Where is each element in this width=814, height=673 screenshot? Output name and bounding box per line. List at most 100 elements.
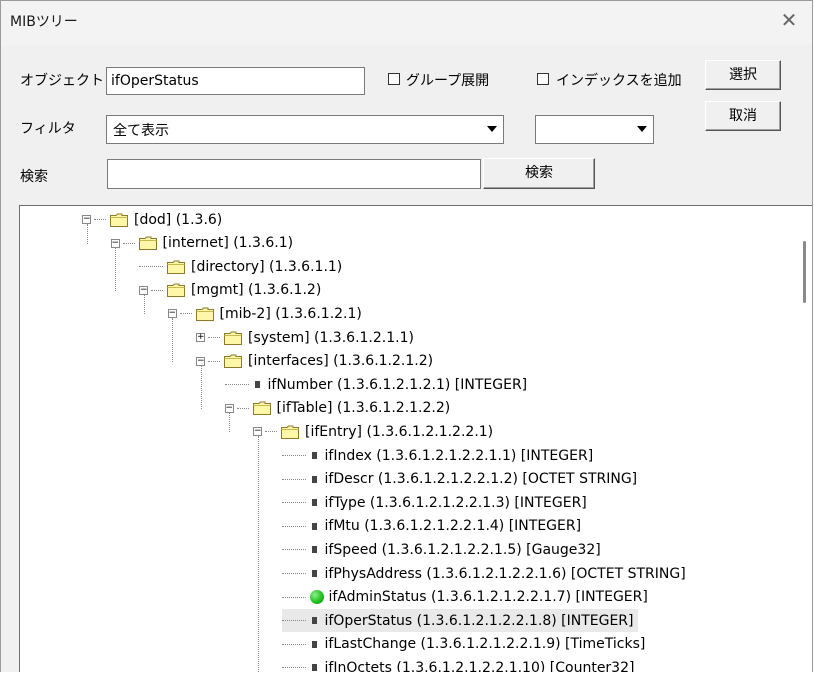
tree-folder-node[interactable]: [directory] (1.3.6.1.1) bbox=[139, 255, 342, 278]
tree-node-label: [dod] (1.3.6) bbox=[134, 211, 223, 228]
tree-node-label: ifDescr (1.3.6.1.2.1.2.2.1.2) [OCTET STR… bbox=[324, 471, 638, 488]
tree-connector bbox=[236, 407, 249, 409]
tree-folder-node[interactable]: − [ifTable] (1.3.6.1.2.1.2.2) bbox=[224, 397, 451, 420]
tree-connector bbox=[281, 596, 306, 598]
tree-connector bbox=[151, 289, 163, 291]
tree-connector bbox=[281, 573, 306, 574]
collapse-icon[interactable]: − bbox=[167, 309, 177, 319]
tree-node-label: ifIndex (1.3.6.1.2.1.2.2.1.1) [INTEGER] bbox=[324, 447, 594, 464]
object-input[interactable] bbox=[106, 67, 365, 95]
folder-icon bbox=[281, 425, 299, 439]
tree-connector bbox=[208, 360, 220, 362]
leaf-node-icon bbox=[311, 640, 317, 648]
tree-connector bbox=[179, 313, 192, 315]
tree-connector bbox=[208, 337, 220, 338]
tree-node-label: [mib-2] (1.3.6.1.2.1) bbox=[219, 305, 362, 322]
tree-connector bbox=[281, 525, 306, 527]
tree-node-label: [interfaces] (1.3.6.1.2.1.2) bbox=[248, 353, 434, 370]
tree-leaf-node[interactable]: ifDescr (1.3.6.1.2.1.2.2.1.2) [OCTET STR… bbox=[281, 468, 638, 491]
collapse-icon[interactable]: − bbox=[196, 356, 205, 366]
select-button[interactable]: 選択 bbox=[705, 60, 781, 90]
tree-leaf-node[interactable]: ifPhysAddress (1.3.6.1.2.1.2.2.1.6) [OCT… bbox=[281, 562, 686, 585]
collapse-icon[interactable]: − bbox=[139, 285, 148, 295]
tree-guide-line bbox=[257, 436, 259, 672]
collapse-icon[interactable]: − bbox=[224, 403, 234, 413]
tree-leaf-node[interactable]: ifType (1.3.6.1.2.1.2.2.1.3) [INTEGER] bbox=[281, 491, 587, 514]
folder-icon bbox=[110, 213, 128, 227]
tree-leaf-node[interactable]: ifOperStatus (1.3.6.1.2.1.2.2.1.8) [INTE… bbox=[281, 609, 638, 633]
tree-leaf-node[interactable]: ifNumber (1.3.6.1.2.1.2.1) [INTEGER] bbox=[224, 373, 528, 396]
tree-connector bbox=[94, 219, 106, 220]
tree-leaf-node[interactable]: ifSpeed (1.3.6.1.2.1.2.2.1.5) [Gauge32] bbox=[281, 538, 601, 561]
tree-connector bbox=[281, 667, 306, 669]
tree-connector bbox=[265, 431, 277, 433]
tree-node-label: ifPhysAddress (1.3.6.1.2.1.2.2.1.6) [OCT… bbox=[324, 565, 686, 582]
tree-leaf-node[interactable]: ifLastChange (1.3.6.1.2.1.2.2.1.9) [Time… bbox=[281, 633, 646, 656]
tree-node-label: [ifTable] (1.3.6.1.2.1.2.2) bbox=[276, 400, 451, 417]
tree-connector bbox=[281, 620, 306, 622]
expand-icon[interactable]: + bbox=[196, 333, 205, 342]
collapse-icon[interactable]: − bbox=[110, 238, 120, 248]
tree-node-label: [mgmt] (1.3.6.1.2) bbox=[191, 282, 322, 299]
tree-node-label: ifMtu (1.3.6.1.2.1.2.2.1.4) [INTEGER] bbox=[324, 518, 582, 535]
leaf-node-icon bbox=[254, 381, 260, 389]
folder-icon bbox=[167, 283, 185, 298]
collapse-icon[interactable]: − bbox=[82, 215, 91, 224]
leaf-node-icon bbox=[311, 546, 317, 554]
tree-guide-line bbox=[143, 294, 145, 315]
close-icon[interactable]: ✕ bbox=[776, 7, 802, 33]
tree-guide-line bbox=[115, 247, 116, 291]
scrollbar-thumb[interactable] bbox=[803, 241, 806, 303]
tree-node-label: ifType (1.3.6.1.2.1.2.2.1.3) [INTEGER] bbox=[324, 494, 587, 511]
group-expand-label: グループ展開 bbox=[406, 73, 490, 89]
cancel-button[interactable]: 取消 bbox=[705, 101, 781, 131]
leaf-node-icon bbox=[311, 617, 317, 625]
folder-icon bbox=[224, 354, 242, 369]
tree-node-label: ifInOctets (1.3.6.1.2.1.2.2.1.10) [Count… bbox=[324, 659, 635, 672]
leaf-node-icon bbox=[311, 499, 317, 507]
tree-leaf-node[interactable]: ifInOctets (1.3.6.1.2.1.2.2.1.10) [Count… bbox=[281, 656, 635, 672]
tree-leaf-node[interactable]: ifAdminStatus (1.3.6.1.2.1.2.2.1.7) [INT… bbox=[281, 586, 648, 609]
tree-connector bbox=[139, 266, 163, 268]
tree-connector bbox=[281, 478, 306, 480]
filter-select-value: 全て表示 bbox=[113, 123, 169, 139]
filter-sub-select[interactable] bbox=[535, 115, 654, 144]
tree-folder-node[interactable]: + [system] (1.3.6.1.2.1.1) bbox=[196, 326, 414, 349]
tree-folder-node[interactable]: − [internet] (1.3.6.1) bbox=[110, 232, 294, 255]
search-input[interactable] bbox=[107, 159, 481, 189]
status-green-icon bbox=[309, 590, 324, 605]
add-index-label: インデックスを追加 bbox=[556, 73, 682, 89]
tree-folder-node[interactable]: − [mgmt] (1.3.6.1.2) bbox=[139, 279, 321, 302]
tree-node-label: [ifEntry] (1.3.6.1.2.1.2.2.1) bbox=[305, 423, 494, 440]
folder-icon bbox=[224, 331, 242, 345]
mib-tree-view[interactable]: − [dod] (1.3.6) − [internet] (1.3.6.1) [dire… bbox=[19, 205, 812, 672]
tree-folder-node[interactable]: − [interfaces] (1.3.6.1.2.1.2) bbox=[196, 350, 433, 373]
search-label: 検索 bbox=[20, 169, 48, 185]
add-index-checkbox[interactable] bbox=[537, 73, 549, 85]
tree-leaf-node[interactable]: ifIndex (1.3.6.1.2.1.2.2.1.1) [INTEGER] bbox=[281, 444, 594, 467]
tree-node-label: ifOperStatus (1.3.6.1.2.1.2.2.1.8) [INTE… bbox=[324, 612, 634, 629]
tree-connector bbox=[281, 502, 306, 504]
tree-node-label: ifLastChange (1.3.6.1.2.1.2.2.1.9) [Time… bbox=[324, 636, 646, 653]
tree-node-label: ifNumber (1.3.6.1.2.1.2.1) [INTEGER] bbox=[267, 376, 528, 393]
vertical-scrollbar[interactable] bbox=[797, 206, 812, 672]
tree-connector bbox=[281, 455, 306, 456]
tree-node-label: ifAdminStatus (1.3.6.1.2.1.2.2.1.7) [INT… bbox=[328, 589, 648, 606]
group-expand-checkbox[interactable] bbox=[388, 73, 400, 85]
tree-connector bbox=[122, 242, 135, 244]
folder-icon bbox=[252, 401, 271, 416]
tree-folder-node[interactable]: − [dod] (1.3.6) bbox=[82, 208, 222, 231]
collapse-icon[interactable]: − bbox=[253, 427, 262, 437]
chevron-down-icon bbox=[483, 118, 501, 140]
leaf-node-icon bbox=[311, 522, 317, 530]
tree-folder-node[interactable]: − [mib-2] (1.3.6.1.2.1) bbox=[167, 302, 362, 325]
tree-node-label: [internet] (1.3.6.1) bbox=[162, 235, 294, 252]
mib-tree-dialog: MIBツリー ✕ オブジェクト グループ展開 インデックスを追加 選択 取消 フ… bbox=[0, 0, 813, 672]
tree-guide-line bbox=[172, 318, 173, 362]
window-title: MIBツリー bbox=[10, 14, 78, 30]
tree-folder-node[interactable]: − [ifEntry] (1.3.6.1.2.1.2.2.1) bbox=[253, 420, 493, 443]
search-button[interactable]: 検索 bbox=[483, 158, 595, 189]
filter-select[interactable]: 全て表示 bbox=[106, 115, 504, 144]
tree-connector bbox=[281, 549, 306, 551]
tree-leaf-node[interactable]: ifMtu (1.3.6.1.2.1.2.2.1.4) [INTEGER] bbox=[281, 515, 582, 538]
